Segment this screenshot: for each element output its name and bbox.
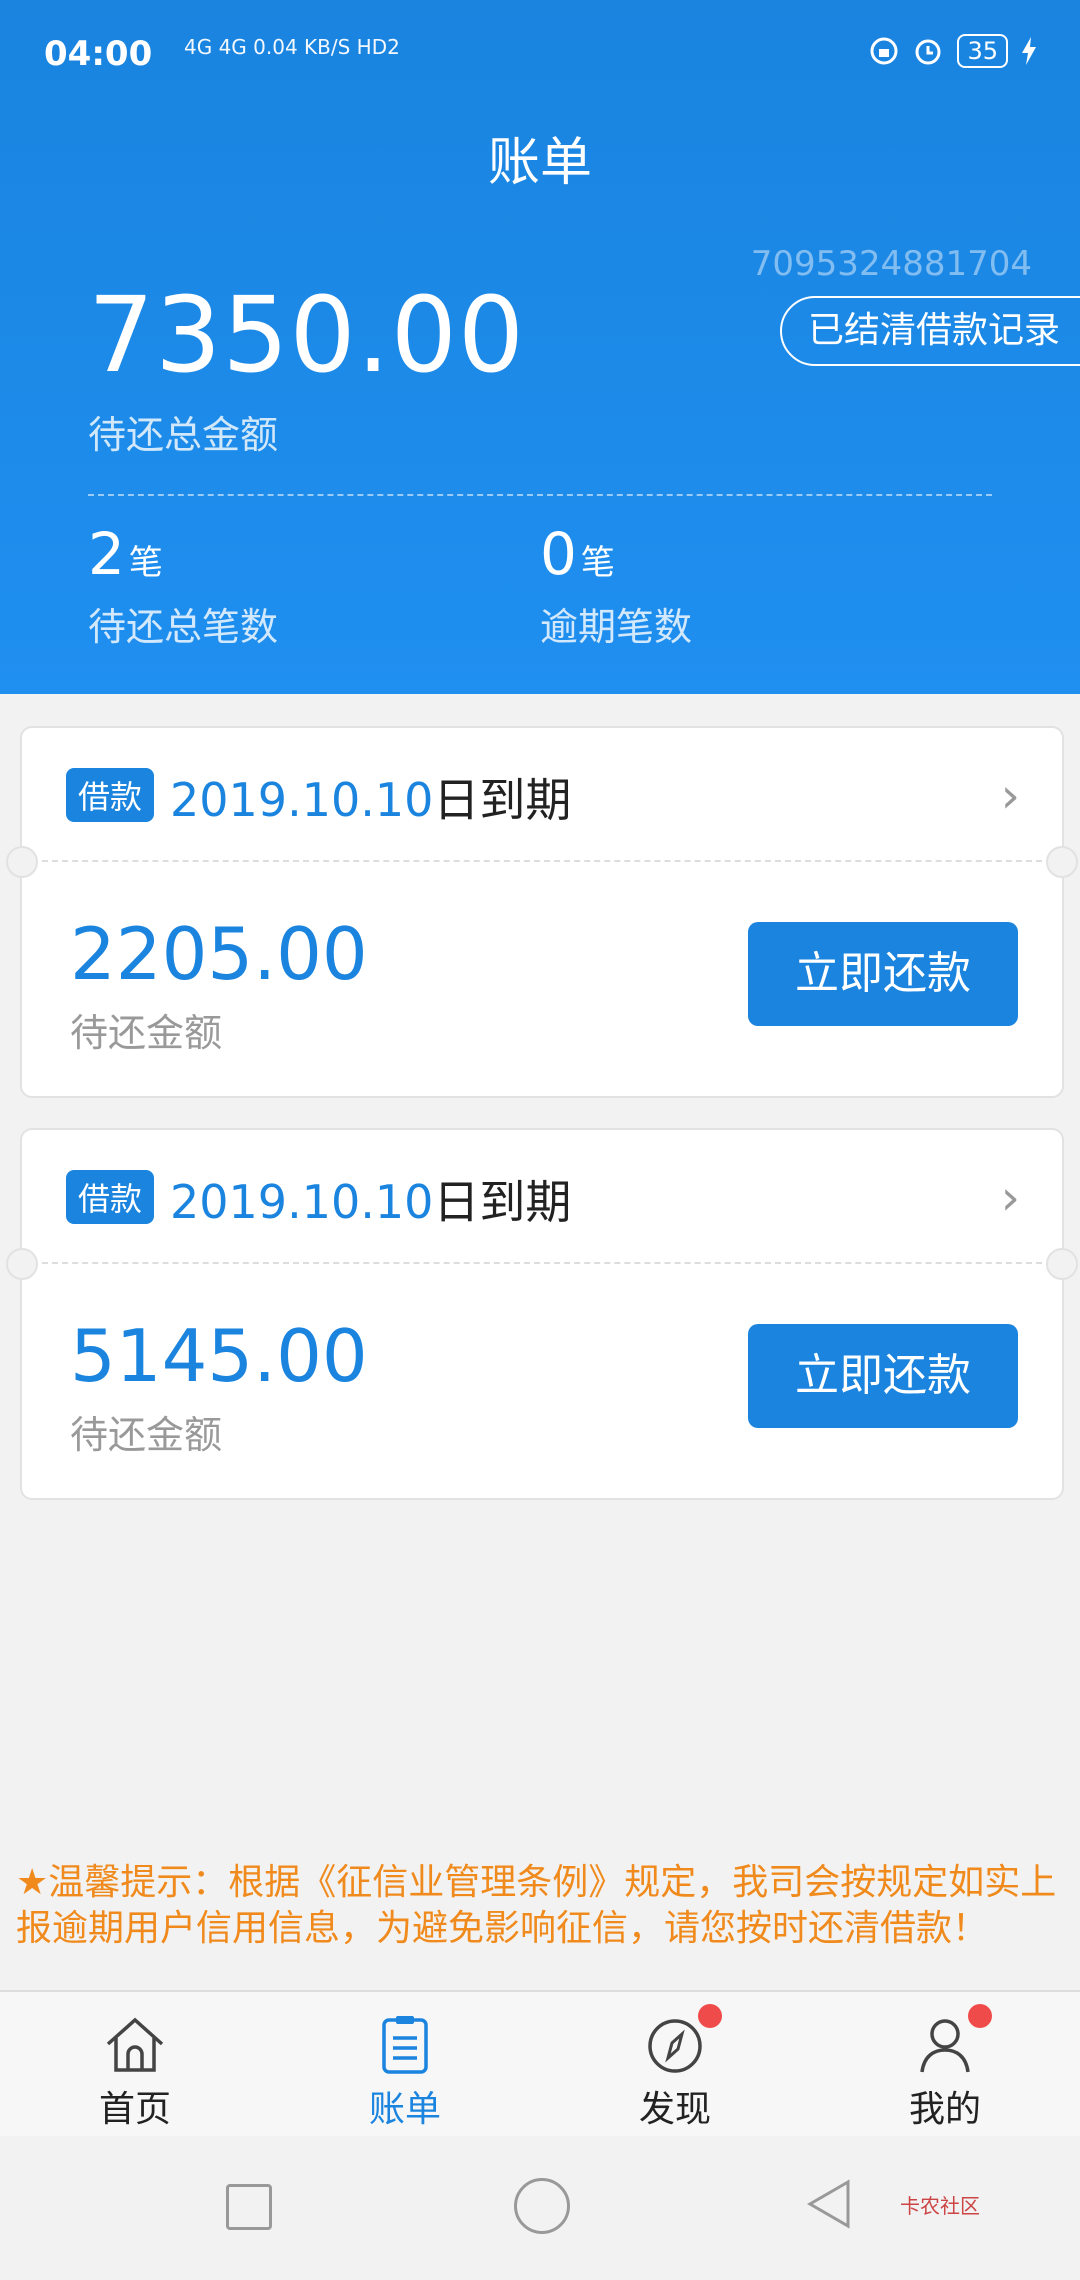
home-button[interactable] — [514, 2178, 570, 2234]
status-time: 04:00 — [44, 34, 153, 74]
bottom-tab-bar: 首页 账单 发现 我的 — [0, 1990, 1080, 2138]
pending-count-stat: 2笔 待还总笔数 — [88, 520, 278, 651]
due-date-suffix: 日到期 — [433, 1175, 572, 1229]
card-divider — [42, 1262, 1042, 1264]
pay-now-button[interactable]: 立即还款 — [748, 1324, 1018, 1428]
overdue-count: 0 — [540, 520, 577, 588]
status-bar: 04:00 4G 4G 0.04 KB/S HD2 35 — [44, 30, 1036, 80]
battery-indicator: 35 — [957, 34, 1008, 68]
lock-rotation-icon — [870, 37, 898, 65]
tab-bill-label: 账单 — [368, 2089, 441, 2130]
loan-tag: 借款 — [66, 1170, 155, 1224]
tab-home[interactable]: 首页 — [0, 1992, 270, 2138]
overdue-count-label: 逾期笔数 — [540, 605, 693, 649]
tab-mine-label: 我的 — [908, 2089, 981, 2130]
tab-mine[interactable]: 我的 — [810, 1992, 1080, 2138]
settled-records-button[interactable]: 已结清借款记录 — [779, 296, 1080, 366]
recent-apps-button[interactable] — [226, 2184, 272, 2230]
pending-count: 2 — [88, 520, 125, 588]
due-date-value: 2019.10.10 — [170, 1175, 434, 1229]
compass-icon — [642, 2004, 722, 2078]
due-date: 2019.10.10日到期 — [170, 764, 571, 830]
bill-amount: 2205.00 — [70, 912, 368, 996]
chevron-right-icon[interactable]: › — [1001, 768, 1020, 824]
due-date-value: 2019.10.10 — [170, 773, 434, 827]
page-title: 账单 — [487, 133, 592, 193]
system-navigation-bar: 卡农社区 — [0, 2136, 1080, 2280]
due-date-suffix: 日到期 — [433, 773, 572, 827]
notification-dot — [968, 2004, 992, 2028]
back-button[interactable] — [806, 2178, 852, 2230]
pay-now-button[interactable]: 立即还款 — [748, 922, 1018, 1026]
pending-unit: 笔 — [128, 543, 163, 583]
header: 04:00 4G 4G 0.04 KB/S HD2 35 账单 70953248… — [0, 0, 1080, 694]
overdue-count-stat: 0笔 逾期笔数 — [540, 520, 692, 651]
due-date: 2019.10.10日到期 — [170, 1166, 571, 1232]
bill-icon — [372, 2012, 438, 2078]
alarm-icon — [915, 39, 941, 65]
bill-card[interactable]: 借款 2019.10.10日到期 › 5145.00 待还金额 立即还款 — [6, 1128, 1078, 1500]
divider — [88, 494, 992, 496]
notification-dot — [698, 2004, 722, 2028]
charging-icon — [1022, 37, 1036, 65]
total-amount: 7350.00 — [88, 274, 526, 396]
tab-home-label: 首页 — [98, 2089, 171, 2130]
bill-amount-label: 待还金额 — [70, 1413, 223, 1457]
chevron-right-icon[interactable]: › — [1001, 1170, 1020, 1226]
network-info: 4G 4G 0.04 KB/S HD2 — [184, 35, 400, 59]
card-divider — [42, 860, 1042, 862]
loan-tag: 借款 — [66, 768, 155, 822]
home-icon — [102, 2012, 168, 2078]
tab-discover-label: 发现 — [638, 2089, 711, 2130]
bill-card[interactable]: 借款 2019.10.10日到期 › 2205.00 待还金额 立即还款 — [6, 726, 1078, 1098]
total-amount-label: 待还总金额 — [88, 413, 279, 457]
credit-notice: ★温馨提示：根据《征信业管理条例》规定，我司会按规定如实上报逾期用户信用信息，为… — [16, 1862, 1057, 1949]
watermark-logo: 卡农社区 — [900, 2194, 980, 2218]
account-number: 7095324881704 — [750, 244, 1032, 284]
bill-amount-label: 待还金额 — [70, 1011, 223, 1055]
user-icon — [912, 2004, 992, 2078]
tab-bill[interactable]: 账单 — [270, 1992, 540, 2138]
tab-discover[interactable]: 发现 — [540, 1992, 810, 2138]
pending-count-label: 待还总笔数 — [88, 605, 279, 649]
overdue-unit: 笔 — [580, 543, 615, 583]
bill-amount: 5145.00 — [70, 1314, 368, 1398]
